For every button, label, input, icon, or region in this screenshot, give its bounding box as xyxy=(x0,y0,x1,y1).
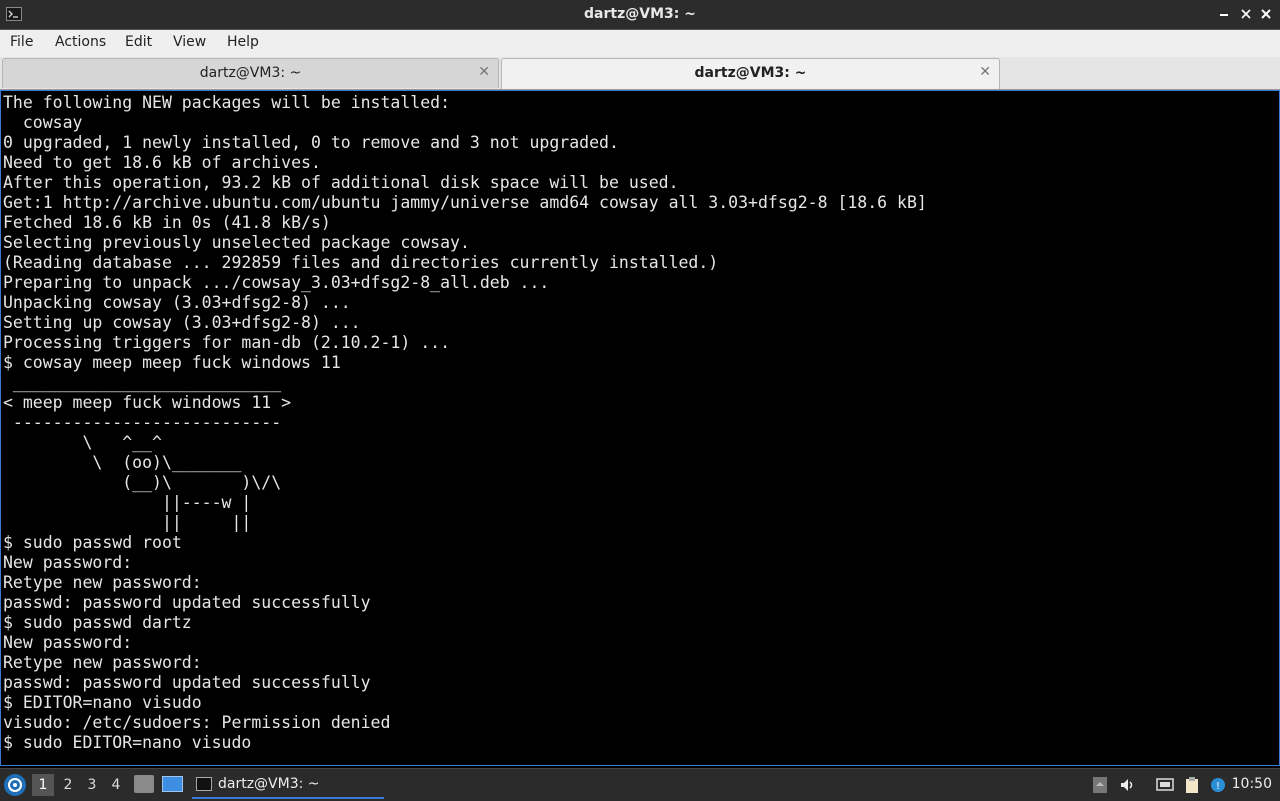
terminal-line: visudo: /etc/sudoers: Permission denied xyxy=(3,713,391,732)
menu-actions[interactable]: Actions xyxy=(55,34,106,50)
network-icon[interactable] xyxy=(1156,776,1174,794)
tab-terminal-1[interactable]: dartz@VM3: ~ ✕ xyxy=(2,58,499,88)
terminal-line: Preparing to unpack .../cowsay_3.03+dfsg… xyxy=(3,273,550,292)
terminal-line: $ EDITOR=nano visudo xyxy=(3,693,202,712)
window-titlebar[interactable]: dartz@VM3: ~ xyxy=(0,0,1280,30)
menu-edit[interactable]: Edit xyxy=(125,34,152,50)
terminal-line: ___________________________ xyxy=(3,373,282,392)
tray-up-icon[interactable] xyxy=(1091,776,1109,794)
terminal-line: $ sudo EDITOR=nano visudo xyxy=(3,733,252,752)
taskbar: 1 2 3 4 dartz@VM3: ~ ! 10:50 xyxy=(0,768,1280,801)
clock: 10:50 xyxy=(1231,776,1272,792)
terminal-line: (Reading database ... 292859 files and d… xyxy=(3,253,719,272)
terminal-line: Setting up cowsay (3.03+dfsg2-8) ... xyxy=(3,313,361,332)
terminal-line: $ cowsay meep meep fuck windows 11 xyxy=(3,353,341,372)
updates-icon[interactable]: ! xyxy=(1209,776,1227,794)
menu-help[interactable]: Help xyxy=(227,34,259,50)
workspace-1[interactable]: 1 xyxy=(32,774,54,796)
terminal-line: The following NEW packages will be insta… xyxy=(3,93,451,112)
maximize-icon[interactable] xyxy=(1238,6,1254,22)
tab-label: dartz@VM3: ~ xyxy=(694,65,807,81)
tab-bar: dartz@VM3: ~ ✕ dartz@VM3: ~ ✕ xyxy=(0,57,1280,90)
menu-view[interactable]: View xyxy=(173,34,206,50)
terminal-line: passwd: password updated successfully xyxy=(3,673,371,692)
terminal-line: ||----w | xyxy=(3,493,252,512)
terminal-line: \ (oo)\_______ xyxy=(3,453,242,472)
menu-file[interactable]: File xyxy=(10,34,33,50)
workspace-2[interactable]: 2 xyxy=(57,774,79,796)
workspace-4[interactable]: 4 xyxy=(105,774,127,796)
terminal-line: After this operation, 93.2 kB of additio… xyxy=(3,173,679,192)
terminal-line: Need to get 18.6 kB of archives. xyxy=(3,153,321,172)
terminal-line: $ sudo passwd dartz xyxy=(3,613,192,632)
menu-bar: File Actions Edit View Help xyxy=(0,30,1280,57)
terminal-line: Unpacking cowsay (3.03+dfsg2-8) ... xyxy=(3,293,351,312)
terminal-line: $ sudo passwd root xyxy=(3,533,182,552)
tab-label: dartz@VM3: ~ xyxy=(199,65,302,81)
tab-terminal-2[interactable]: dartz@VM3: ~ ✕ xyxy=(501,58,1000,89)
terminal-line: 0 upgraded, 1 newly installed, 0 to remo… xyxy=(3,133,619,152)
volume-icon[interactable] xyxy=(1119,776,1137,794)
window-title: dartz@VM3: ~ xyxy=(584,6,696,22)
terminal-line: Selecting previously unselected package … xyxy=(3,233,470,252)
terminal-line: Processing triggers for man-db (2.10.2-1… xyxy=(3,333,451,352)
taskbar-task-terminal[interactable]: dartz@VM3: ~ xyxy=(192,771,384,799)
terminal-line: \ ^__^ xyxy=(3,433,162,452)
terminal-line: Retype new password: xyxy=(3,573,202,592)
terminal-line: Fetched 18.6 kB in 0s (41.8 kB/s) xyxy=(3,213,331,232)
terminal-task-icon xyxy=(196,777,212,791)
minimize-icon[interactable] xyxy=(1216,6,1232,22)
svg-text:!: ! xyxy=(1216,781,1220,792)
tab-close-icon[interactable]: ✕ xyxy=(979,64,991,80)
terminal-line: Get:1 http://archive.ubuntu.com/ubuntu j… xyxy=(3,193,927,212)
file-manager-icon[interactable] xyxy=(134,775,154,793)
task-label: dartz@VM3: ~ xyxy=(218,776,320,792)
terminal-line: New password: xyxy=(3,553,133,572)
tab-close-icon[interactable]: ✕ xyxy=(478,64,490,80)
clipboard-icon[interactable] xyxy=(1183,776,1201,794)
terminal-line: --------------------------- xyxy=(3,413,282,432)
terminal-line: cowsay xyxy=(3,113,83,132)
terminal-line: || || xyxy=(3,513,252,532)
terminal-line: (__)\ )\/\ xyxy=(3,473,282,492)
show-desktop-icon[interactable] xyxy=(162,776,183,792)
close-icon[interactable] xyxy=(1258,6,1274,22)
terminal-line: passwd: password updated successfully xyxy=(3,593,371,612)
terminal-output[interactable]: The following NEW packages will be insta… xyxy=(0,90,1280,766)
start-menu-icon[interactable] xyxy=(4,774,26,796)
terminal-line: < meep meep fuck windows 11 > xyxy=(3,393,292,412)
workspace-3[interactable]: 3 xyxy=(81,774,103,796)
terminal-line: Retype new password: xyxy=(3,653,202,672)
terminal-lines: The following NEW packages will be insta… xyxy=(3,93,927,753)
terminal-line: New password: xyxy=(3,633,133,652)
